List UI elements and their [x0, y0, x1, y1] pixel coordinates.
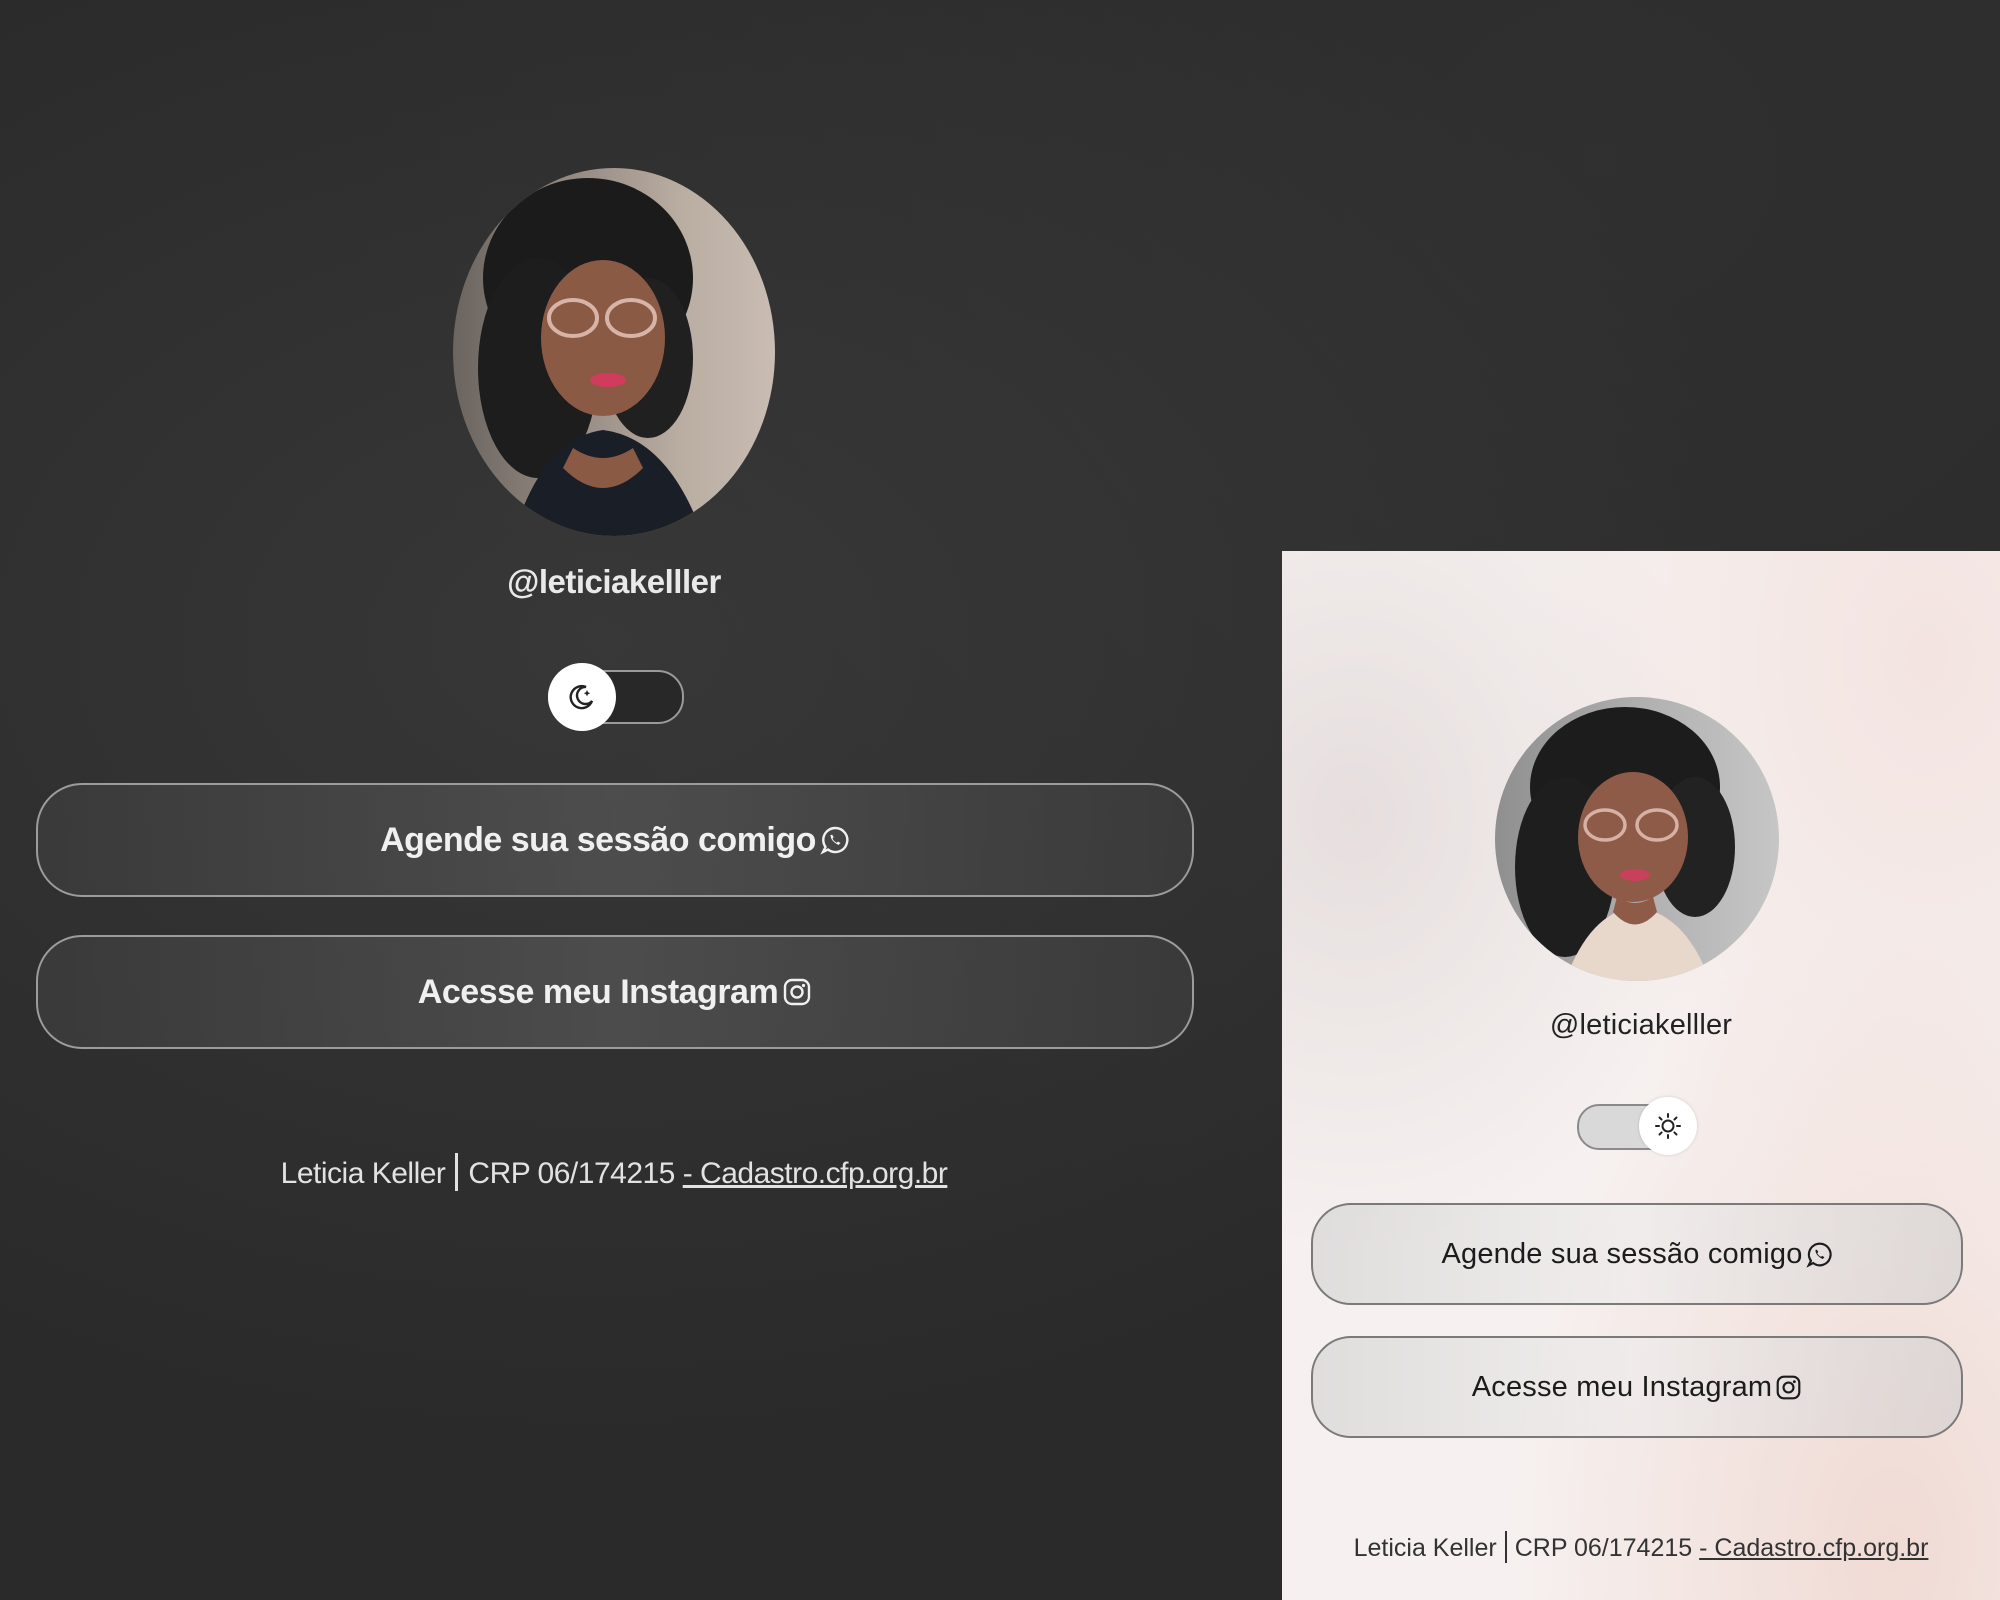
whatsapp-icon [1805, 1242, 1832, 1268]
instagram-label: Acesse meu Instagram [1471, 1370, 1773, 1403]
instagram-icon [1776, 1375, 1801, 1399]
footer-crp: CRP 06/174215 [468, 1157, 675, 1190]
avatar [1495, 697, 1779, 981]
footer-divider [1504, 1531, 1507, 1563]
instagram-button[interactable]: Acesse meu Instagram [1311, 1336, 1963, 1438]
schedule-session-label: Agende sua sessão comigo [1441, 1237, 1803, 1270]
footer-name: Leticia Keller [1353, 1534, 1497, 1562]
cfp-registry-link[interactable]: - Cadastro.cfp.org.br [683, 1157, 948, 1190]
instagram-icon [784, 978, 811, 1006]
profile-handle: @leticiakelller [507, 563, 721, 600]
whatsapp-icon [820, 826, 849, 855]
theme-toggle[interactable] [548, 663, 684, 731]
profile-photo [478, 178, 703, 536]
schedule-session-button[interactable]: Agende sua sessão comigo [36, 783, 1194, 897]
footer-crp: CRP 06/174215 [1514, 1534, 1693, 1562]
footer-credits: Leticia Keller CRP 06/174215 - Cadastro.c… [0, 1153, 1228, 1191]
schedule-session-button[interactable]: Agende sua sessão comigo [1311, 1203, 1963, 1305]
theme-toggle[interactable] [1577, 1097, 1697, 1155]
toggle-knob [548, 663, 616, 731]
schedule-session-label: Agende sua sessão comigo [380, 820, 816, 859]
avatar [453, 168, 775, 536]
light-theme-preview: @leticiakelller Agende sua sessão comigo… [1282, 551, 2000, 1600]
footer-name: Leticia Keller [280, 1157, 446, 1190]
instagram-label: Acesse meu Instagram [417, 972, 779, 1011]
footer-credits: Leticia Keller CRP 06/174215 - Cadastro.c… [1282, 1531, 2000, 1563]
cfp-registry-link[interactable]: - Cadastro.cfp.org.br [1699, 1534, 1928, 1562]
profile-handle: @leticiakelller [1549, 1009, 1733, 1041]
dark-theme-preview: @leticiakelller Agende sua sessão comigo… [0, 0, 1282, 1600]
toggle-knob [1639, 1097, 1697, 1155]
moon-icon [569, 684, 594, 710]
instagram-button[interactable]: Acesse meu Instagram [36, 935, 1194, 1049]
footer-divider [455, 1153, 459, 1191]
sun-icon [1655, 1113, 1681, 1139]
profile-photo [1515, 707, 1735, 981]
